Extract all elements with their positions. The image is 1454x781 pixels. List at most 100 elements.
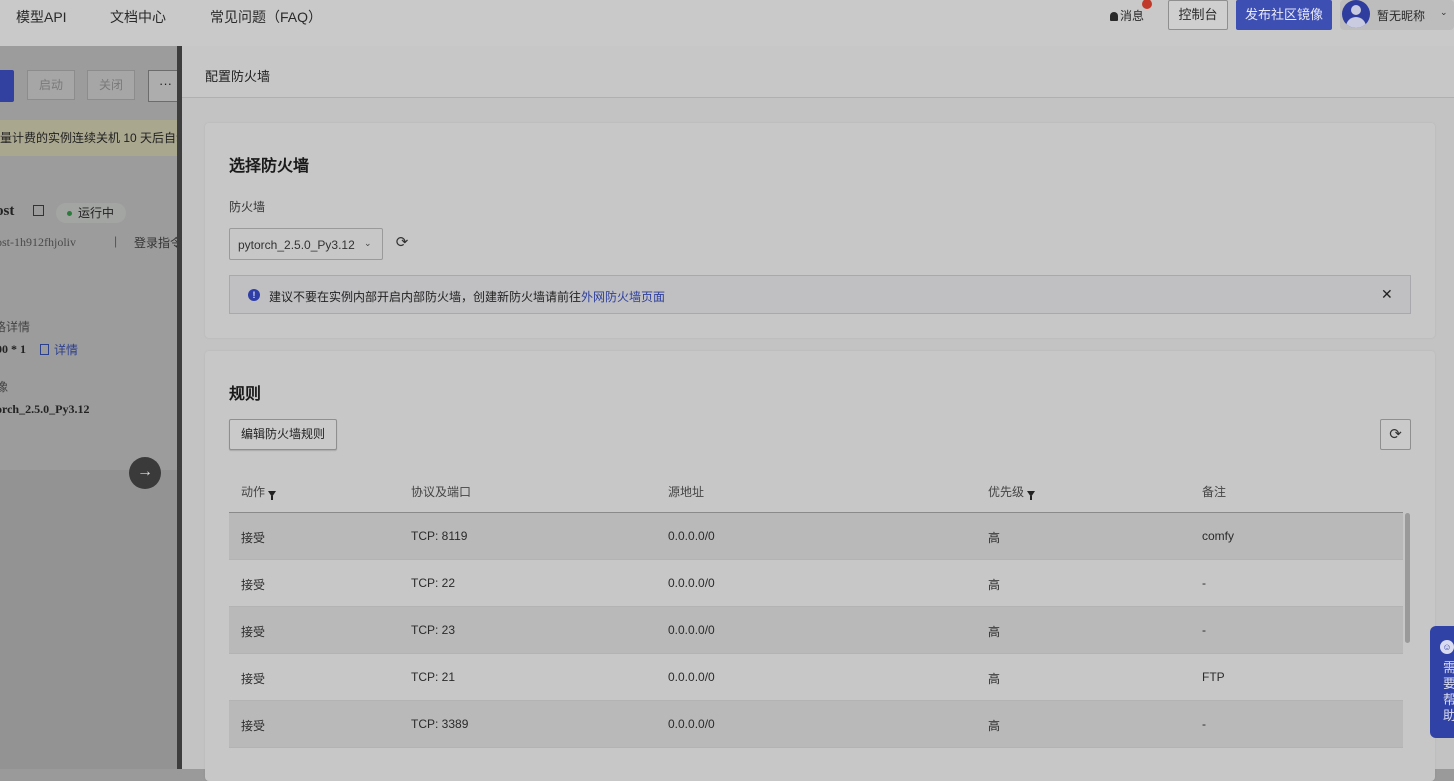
image-value: orch_2.5.0_Py3.12 <box>0 402 90 416</box>
cell-priority: 高 <box>988 578 1001 592</box>
firewall-select-value: pytorch_2.5.0_Py3.12 <box>238 238 355 252</box>
start-button[interactable]: 启动 <box>27 70 75 100</box>
status-label: 运行中 <box>78 206 115 220</box>
cell-action: 接受 <box>241 531 266 545</box>
table-row: 接受 TCP: 21 0.0.0.0/0 高 FTP <box>229 654 1403 701</box>
column-header-note: 备注 <box>1202 485 1227 499</box>
notification-badge <box>1142 0 1152 9</box>
firewall-select[interactable]: pytorch_2.5.0_Py3.12 ⌄ <box>229 228 383 260</box>
publish-community-image-button[interactable]: 发布社区镜像 <box>1236 0 1332 30</box>
instance-id: ost-1h912fhjoliv <box>0 235 76 249</box>
cell-priority: 高 <box>988 719 1001 733</box>
spec-label: 格详情 <box>0 320 31 334</box>
status-dot-icon <box>67 211 72 216</box>
cell-priority: 高 <box>988 625 1001 639</box>
instance-name: ost <box>0 203 15 219</box>
help-label: 需要帮助 <box>1443 660 1454 723</box>
table-header: 动作 协议及端口 源地址 优先级 备注 <box>229 469 1403 513</box>
more-actions-button[interactable]: ··· <box>148 70 180 102</box>
info-icon: ! <box>248 289 260 301</box>
select-firewall-title: 选择防火墙 <box>229 158 310 175</box>
cell-source: 0.0.0.0/0 <box>668 670 715 684</box>
image-label: 像 <box>0 380 9 394</box>
cell-port: TCP: 23 <box>411 623 456 637</box>
cell-source: 0.0.0.0/0 <box>668 576 715 590</box>
chevron-down-icon: ⌄ <box>1440 7 1448 17</box>
cell-note: - <box>1202 717 1206 731</box>
cell-source: 0.0.0.0/0 <box>668 623 715 637</box>
lower-section <box>0 470 180 769</box>
cell-priority: 高 <box>988 672 1001 686</box>
top-navbar: 模型API 文档中心 常见问题（FAQ） 消息 控制台 发布社区镜像 暂无昵称 … <box>0 0 1454 46</box>
spec-value: 00 * 1 <box>0 342 26 356</box>
bell-icon <box>1110 12 1118 21</box>
status-badge: 运行中 <box>56 203 126 223</box>
table-row: 接受 TCP: 8119 0.0.0.0/0 高 comfy <box>229 513 1403 560</box>
filter-icon[interactable] <box>1027 491 1036 500</box>
select-firewall-card: 选择防火墙 防火墙 pytorch_2.5.0_Py3.12 ⌄ ⟳ ! 建议不… <box>205 123 1435 338</box>
refresh-rules-button[interactable]: ⟳ <box>1380 419 1411 450</box>
avatar <box>1342 0 1370 28</box>
edit-icon[interactable] <box>33 205 44 216</box>
cell-port: TCP: 8119 <box>411 529 468 543</box>
shutdown-warning-banner: 量计费的实例连续关机 10 天后自动 <box>0 120 180 156</box>
user-menu[interactable]: 暂无昵称 ⌄ <box>1340 0 1454 30</box>
cell-source: 0.0.0.0/0 <box>668 717 715 731</box>
cell-note: - <box>1202 576 1206 590</box>
nav-link-model-api[interactable]: 模型API <box>16 7 67 27</box>
cell-port: TCP: 22 <box>411 576 456 590</box>
messages-button[interactable]: 消息 <box>1110 0 1152 24</box>
firewall-label: 防火墙 <box>229 200 266 214</box>
refresh-icon[interactable]: ⟳ <box>394 235 410 251</box>
messages-label: 消息 <box>1120 9 1145 23</box>
table-row: 接受 TCP: 23 0.0.0.0/0 高 - <box>229 607 1403 654</box>
console-button[interactable]: 控制台 <box>1168 0 1228 30</box>
detail-link-label: 详情 <box>54 343 79 357</box>
column-header-label: 动作 <box>241 485 266 499</box>
column-header-source: 源地址 <box>668 485 705 499</box>
info-alert: ! 建议不要在实例内部开启内部防火墙，创建新防火墙请前往外网防火墙页面 ✕ <box>229 275 1411 314</box>
nav-link-faq[interactable]: 常见问题（FAQ） <box>210 7 322 27</box>
drawer-title: 配置防火墙 <box>205 69 271 84</box>
instance-detail-page: 启动 关闭 ··· 量计费的实例连续关机 10 天后自动 ost 运行中 ost… <box>0 46 180 769</box>
cell-action: 接受 <box>241 578 266 592</box>
alert-message: 建议不要在实例内部开启内部防火墙，创建新防火墙请前往外网防火墙页面 <box>269 288 665 305</box>
edit-firewall-rules-button[interactable]: 编辑防火墙规则 <box>229 419 337 450</box>
separator: | <box>114 234 118 248</box>
cell-priority: 高 <box>988 531 1001 545</box>
table-scrollbar[interactable] <box>1405 513 1410 643</box>
cell-port: TCP: 3389 <box>411 717 469 731</box>
rules-table: 动作 协议及端口 源地址 优先级 备注 接受 TCP: 8119 0.0.0.0… <box>229 469 1403 748</box>
rules-card: 规则 编辑防火墙规则 ⟳ 动作 协议及端口 源地址 优先级 备注 接受 TCP:… <box>205 351 1435 781</box>
help-widget[interactable]: ☺ 需要帮助 <box>1430 626 1454 738</box>
shutdown-button[interactable]: 关闭 <box>87 70 135 100</box>
cell-note: comfy <box>1202 529 1235 543</box>
alert-text: 建议不要在实例内部开启内部防火墙，创建新防火墙请前往 <box>269 290 582 304</box>
column-header-priority[interactable]: 优先级 <box>988 483 1036 500</box>
cell-source: 0.0.0.0/0 <box>668 529 715 543</box>
cell-note: - <box>1202 623 1206 637</box>
cell-port: TCP: 21 <box>411 670 456 684</box>
document-icon <box>40 344 49 355</box>
arrow-right-icon[interactable]: → <box>129 457 161 489</box>
rules-title: 规则 <box>229 386 262 403</box>
cell-note: FTP <box>1202 670 1225 684</box>
spec-detail-link[interactable]: 详情 <box>40 341 78 358</box>
cell-action: 接受 <box>241 719 266 733</box>
username: 暂无昵称 <box>1377 9 1426 23</box>
table-row: 接受 TCP: 3389 0.0.0.0/0 高 - <box>229 701 1403 748</box>
refresh-icon: ⟳ <box>1389 426 1402 443</box>
close-icon[interactable]: ✕ <box>1381 286 1393 303</box>
login-command-label: 登录指令 <box>134 236 180 250</box>
nav-link-docs[interactable]: 文档中心 <box>110 7 166 27</box>
table-row: 接受 TCP: 22 0.0.0.0/0 高 - <box>229 560 1403 607</box>
firewall-config-drawer: 配置防火墙 选择防火墙 防火墙 pytorch_2.5.0_Py3.12 ⌄ ⟳… <box>182 46 1454 781</box>
primary-action-button[interactable] <box>0 70 14 102</box>
smile-icon: ☺ <box>1440 640 1454 654</box>
column-header-action[interactable]: 动作 <box>241 483 277 500</box>
drawer-header: 配置防火墙 <box>182 46 1454 98</box>
chevron-down-icon: ⌄ <box>364 238 372 248</box>
filter-icon[interactable] <box>268 491 277 500</box>
external-firewall-link[interactable]: 外网防火墙页面 <box>581 290 665 304</box>
cell-action: 接受 <box>241 672 266 686</box>
